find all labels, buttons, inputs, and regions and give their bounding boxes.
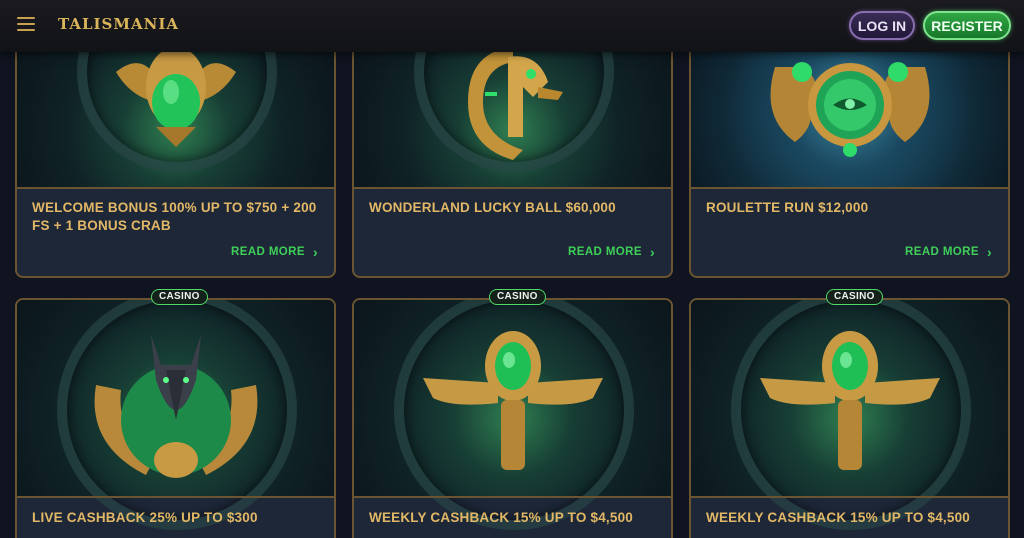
chevron-right-icon: › [312, 244, 318, 260]
card-divider [17, 496, 334, 498]
promo-card[interactable]: WEEKLY CASHBACK 15% UP TO $4,500 [352, 298, 673, 538]
casino-badge: CASINO [151, 289, 208, 305]
site-logo[interactable]: TALISMANIA [58, 15, 179, 33]
casino-badge: CASINO [489, 289, 546, 305]
promo-image-ankh [691, 300, 1008, 530]
promo-card[interactable]: WONDERLAND LUCKY BALL $60,000 READ MORE … [352, 40, 673, 278]
promo-image-ankh [354, 300, 671, 530]
promo-image-eye-of-ra [691, 42, 1008, 187]
promo-card[interactable]: WELCOME BONUS 100% UP TO $750 + 200 FS +… [15, 40, 336, 278]
promo-title: ROULETTE RUN $12,000 [706, 200, 869, 215]
read-more-label: READ MORE [905, 246, 979, 258]
promo-title: WONDERLAND LUCKY BALL $60,000 [369, 200, 616, 215]
hamburger-icon[interactable] [17, 17, 35, 31]
top-header: TALISMANIA LOG IN REGISTER [0, 0, 1024, 52]
promo-card[interactable]: WEEKLY CASHBACK 15% UP TO $4,500 [689, 298, 1010, 538]
promo-title: WELCOME BONUS 100% UP TO $750 + 200 FS +… [32, 200, 317, 233]
winged-ankh-amulet-icon [759, 331, 940, 470]
promo-image-anubis [17, 300, 334, 530]
login-button[interactable]: LOG IN [849, 11, 915, 40]
read-more-link[interactable]: READ MORE › [905, 244, 992, 260]
card-divider [691, 496, 1008, 498]
promo-image-scarab [17, 42, 334, 187]
promo-title: WEEKLY CASHBACK 15% UP TO $4,500 [369, 510, 633, 525]
casino-badge: CASINO [826, 289, 883, 305]
eye-of-ra-amulet-icon [770, 62, 929, 157]
horus-amulet-icon [467, 47, 563, 160]
promo-title: WEEKLY CASHBACK 15% UP TO $4,500 [706, 510, 970, 525]
promo-image-horus [354, 42, 671, 187]
promo-card[interactable]: LIVE CASHBACK 25% UP TO $300 [15, 298, 336, 538]
scarab-amulet-icon [115, 47, 236, 147]
promo-card[interactable]: ROULETTE RUN $12,000 READ MORE › [689, 40, 1010, 278]
winged-ankh-amulet-icon [422, 331, 603, 470]
chevron-right-icon: › [649, 244, 655, 260]
card-divider [354, 496, 671, 498]
read-more-label: READ MORE [568, 246, 642, 258]
chevron-right-icon: › [986, 244, 992, 260]
card-divider [17, 187, 334, 189]
read-more-label: READ MORE [231, 246, 305, 258]
card-divider [354, 187, 671, 189]
read-more-link[interactable]: READ MORE › [231, 244, 318, 260]
promo-title: LIVE CASHBACK 25% UP TO $300 [32, 510, 258, 525]
card-divider [691, 187, 1008, 189]
anubis-amulet-icon [94, 335, 257, 478]
register-button[interactable]: REGISTER [923, 11, 1011, 40]
read-more-link[interactable]: READ MORE › [568, 244, 655, 260]
